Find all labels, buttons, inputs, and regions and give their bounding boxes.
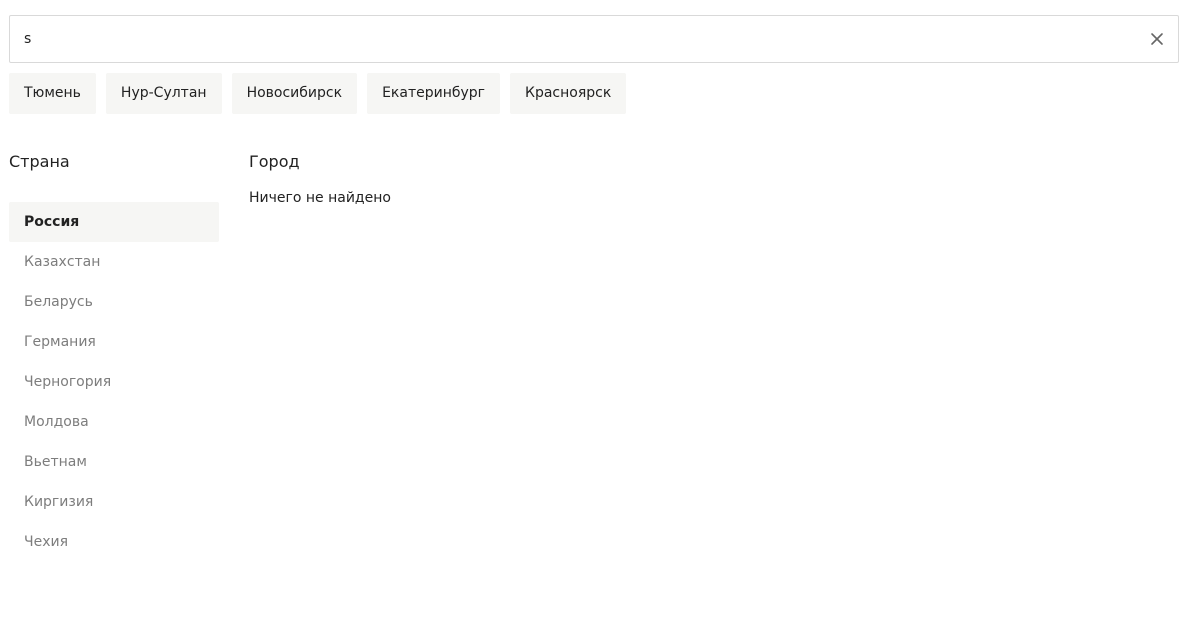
city-chip[interactable]: Екатеринбург bbox=[367, 73, 501, 114]
country-item[interactable]: Черногория bbox=[9, 362, 219, 402]
search-box bbox=[9, 15, 1179, 63]
city-column-title: Город bbox=[249, 152, 300, 171]
empty-result-message: Ничего не найдено bbox=[249, 190, 391, 206]
popular-cities: Тюмень Нур-Султан Новосибирск Екатеринбу… bbox=[9, 73, 627, 114]
country-list: Россия Казахстан Беларусь Германия Черно… bbox=[9, 202, 219, 562]
city-chip[interactable]: Нур-Султан bbox=[105, 73, 222, 114]
country-item[interactable]: Россия bbox=[9, 202, 219, 242]
country-item[interactable]: Вьетнам bbox=[9, 442, 219, 482]
country-item[interactable]: Киргизия bbox=[9, 482, 219, 522]
country-item[interactable]: Беларусь bbox=[9, 282, 219, 322]
country-item[interactable]: Германия bbox=[9, 322, 219, 362]
country-column-title: Страна bbox=[9, 152, 70, 171]
city-chip[interactable]: Тюмень bbox=[9, 73, 96, 114]
search-input[interactable] bbox=[10, 16, 1178, 62]
close-icon[interactable] bbox=[1148, 30, 1166, 48]
country-item[interactable]: Молдова bbox=[9, 402, 219, 442]
city-chip[interactable]: Красноярск bbox=[510, 73, 627, 114]
city-chip[interactable]: Новосибирск bbox=[231, 73, 358, 114]
country-item[interactable]: Чехия bbox=[9, 522, 219, 562]
country-item[interactable]: Казахстан bbox=[9, 242, 219, 282]
